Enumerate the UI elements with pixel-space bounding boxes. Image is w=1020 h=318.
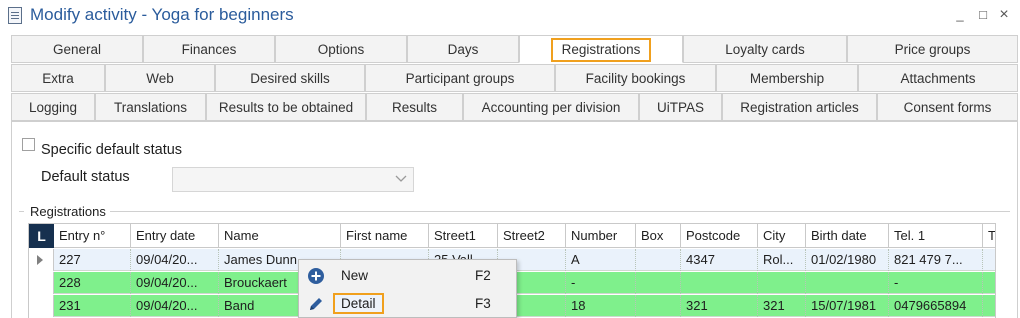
- context-menu-new-label: New: [341, 268, 369, 283]
- cell-entry-no: 227: [54, 249, 131, 271]
- tab-general[interactable]: General: [11, 35, 143, 63]
- tab-row-3: Logging Translations Results to be obtai…: [11, 93, 1018, 121]
- cell-number: 18: [566, 295, 636, 317]
- context-menu-detail[interactable]: Detail F3: [299, 290, 516, 318]
- cell-city: [758, 272, 806, 294]
- default-status-label: Default status: [41, 169, 130, 185]
- cell-postcode: [681, 272, 758, 294]
- column-header-first-name[interactable]: First name: [341, 224, 429, 248]
- row-indicator: [29, 249, 54, 271]
- group-divider: [19, 211, 24, 212]
- tab-registration-articles[interactable]: Registration articles: [722, 93, 877, 121]
- tab-finances[interactable]: Finances: [143, 35, 275, 63]
- column-header-street2[interactable]: Street2: [498, 224, 566, 248]
- chevron-down-icon: [395, 171, 407, 188]
- cell-tel1: -: [889, 272, 983, 294]
- row-indicator: [29, 295, 54, 317]
- tab-desired-skills[interactable]: Desired skills: [215, 64, 365, 92]
- cell-tel1: 821 479 7...: [889, 249, 983, 271]
- tab-days[interactable]: Days: [407, 35, 519, 63]
- layout-badge[interactable]: L: [29, 224, 54, 248]
- specific-default-status-label: Specific default status: [41, 142, 183, 158]
- cell-entry-date: 09/04/20...: [131, 249, 219, 271]
- pencil-icon: [307, 295, 325, 313]
- tab-registrations[interactable]: Registrations: [519, 35, 683, 63]
- plus-circle-icon: [307, 267, 325, 285]
- tab-results[interactable]: Results: [366, 93, 463, 121]
- window-title: Modify activity - Yoga for beginners: [30, 5, 294, 24]
- cell-entry-no: 228: [54, 272, 131, 294]
- grid-header: L Entry n° Entry date Name First name St…: [29, 224, 995, 248]
- tab-uitpas[interactable]: UiTPAS: [639, 93, 722, 121]
- tab-row-1: General Finances Options Days Registrati…: [11, 35, 1018, 63]
- cell-birth-date: [806, 272, 889, 294]
- tab-strip: General Finances Options Days Registrati…: [11, 35, 1018, 121]
- registrations-group-label: Registrations: [30, 204, 106, 219]
- tab-web[interactable]: Web: [105, 64, 215, 92]
- tab-price-groups[interactable]: Price groups: [847, 35, 1018, 63]
- column-header-birth-date[interactable]: Birth date: [806, 224, 889, 248]
- tab-loyalty-cards[interactable]: Loyalty cards: [683, 35, 847, 63]
- column-header-postcode[interactable]: Postcode: [681, 224, 758, 248]
- document-icon: [8, 7, 22, 24]
- context-menu-new-shortcut: F2: [475, 268, 491, 283]
- minimize-button[interactable]: _: [952, 6, 968, 24]
- cell-box: [636, 249, 681, 271]
- column-header-entry-no[interactable]: Entry n°: [54, 224, 131, 248]
- tab-facility-bookings[interactable]: Facility bookings: [555, 64, 716, 92]
- tab-translations[interactable]: Translations: [95, 93, 206, 121]
- cell-entry-date: 09/04/20...: [131, 272, 219, 294]
- context-menu-detail-shortcut: F3: [475, 296, 491, 311]
- cell-birth-date: 15/07/1981: [806, 295, 889, 317]
- column-header-city[interactable]: City: [758, 224, 806, 248]
- column-header-t[interactable]: T: [983, 224, 995, 248]
- tab-consent-forms[interactable]: Consent forms: [877, 93, 1018, 121]
- tab-row-2: Extra Web Desired skills Participant gro…: [11, 64, 1018, 92]
- cell-postcode: 4347: [681, 249, 758, 271]
- tab-participant-groups[interactable]: Participant groups: [365, 64, 555, 92]
- row-indicator: [29, 272, 54, 294]
- column-header-street1[interactable]: Street1: [429, 224, 498, 248]
- maximize-button[interactable]: □: [975, 6, 991, 24]
- cell-tel1: 0479665894: [889, 295, 983, 317]
- column-header-tel1[interactable]: Tel. 1: [889, 224, 983, 248]
- cell-number: -: [566, 272, 636, 294]
- tab-attachments[interactable]: Attachments: [858, 64, 1018, 92]
- cell-box: [636, 295, 681, 317]
- cell-postcode: 321: [681, 295, 758, 317]
- cell-city: 321: [758, 295, 806, 317]
- cell-box: [636, 272, 681, 294]
- tab-logging[interactable]: Logging: [11, 93, 95, 121]
- title-bar: Modify activity - Yoga for beginners _ □…: [0, 0, 1020, 32]
- cell-birth-date: 01/02/1980: [806, 249, 889, 271]
- group-divider: [110, 211, 1010, 212]
- close-button[interactable]: ×: [996, 6, 1012, 24]
- default-status-select[interactable]: [172, 167, 414, 192]
- column-header-number[interactable]: Number: [566, 224, 636, 248]
- tab-registrations-label: Registrations: [550, 38, 652, 62]
- tab-results-to-be-obtained[interactable]: Results to be obtained: [206, 93, 366, 121]
- tab-options[interactable]: Options: [275, 35, 407, 63]
- context-menu-new[interactable]: New F2: [299, 262, 516, 290]
- column-header-box[interactable]: Box: [636, 224, 681, 248]
- tab-membership[interactable]: Membership: [716, 64, 858, 92]
- context-menu-detail-label: Detail: [333, 293, 384, 314]
- cell-entry-date: 09/04/20...: [131, 295, 219, 317]
- cell-entry-no: 231: [54, 295, 131, 317]
- column-header-name[interactable]: Name: [219, 224, 341, 248]
- tab-extra[interactable]: Extra: [11, 64, 105, 92]
- context-menu: New F2 Detail F3: [298, 259, 517, 318]
- specific-default-status-checkbox[interactable]: [22, 138, 35, 151]
- cell-number: A: [566, 249, 636, 271]
- tab-accounting-per-division[interactable]: Accounting per division: [463, 93, 639, 121]
- cell-city: Rol...: [758, 249, 806, 271]
- column-header-entry-date[interactable]: Entry date: [131, 224, 219, 248]
